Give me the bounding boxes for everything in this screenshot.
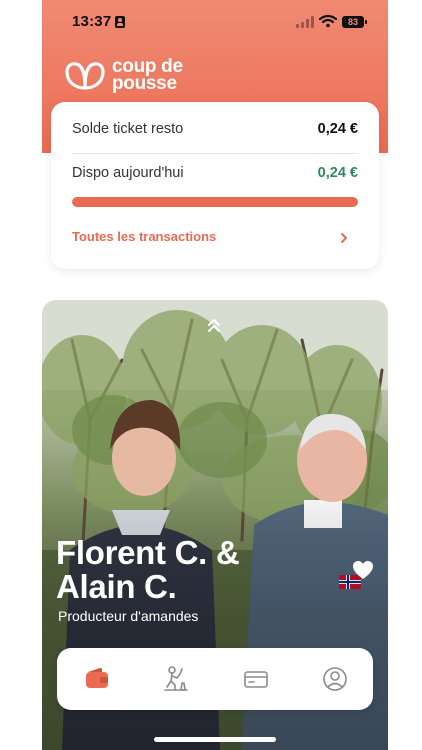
status-bar: 13:37 83 <box>42 10 388 36</box>
bottom-tab-bar <box>57 648 373 710</box>
contact-card-icon <box>115 16 125 28</box>
row-divider <box>72 153 358 154</box>
status-time: 13:37 <box>72 13 112 30</box>
battery-indicator: 83 <box>342 16 367 28</box>
available-label: Dispo aujourd'hui <box>72 165 184 181</box>
chevron-right-icon <box>341 233 347 243</box>
heart-icon[interactable] <box>352 560 374 580</box>
brand-logo: coup de pousse <box>64 57 224 98</box>
home-indicator <box>154 737 276 742</box>
profile-icon[interactable] <box>319 663 351 695</box>
app-screen: 13:37 83 coup de pousse Solde ticket res… <box>42 0 388 750</box>
producer-name: Florent C. & Alain C. <box>56 534 240 605</box>
wifi-icon <box>319 14 337 28</box>
all-transactions-link[interactable]: Toutes les transactions <box>72 229 358 247</box>
card-icon[interactable] <box>240 663 272 695</box>
balance-value: 0,24 € <box>317 121 358 137</box>
sprout-logo-icon <box>65 62 105 90</box>
chevrons-up-icon[interactable] <box>205 316 223 334</box>
progress-fill <box>72 197 358 207</box>
balance-row: Solde ticket resto 0,24 € <box>72 121 358 141</box>
all-transactions-label: Toutes les transactions <box>72 229 217 244</box>
cellular-signal-icon <box>296 16 314 28</box>
producer-role: Producteur d'amandes <box>58 608 199 624</box>
brand-wordmark: coup de pousse <box>112 57 183 94</box>
balance-card: Solde ticket resto 0,24 € Dispo aujourd'… <box>51 102 379 269</box>
balance-label: Solde ticket resto <box>72 121 184 137</box>
producer-icon[interactable] <box>160 663 192 695</box>
available-value: 0,24 € <box>317 165 358 181</box>
available-row: Dispo aujourd'hui 0,24 € <box>72 165 358 185</box>
wallet-icon[interactable] <box>81 663 113 695</box>
available-progress-bar <box>72 197 358 207</box>
brand-line-2: pousse <box>112 73 177 94</box>
